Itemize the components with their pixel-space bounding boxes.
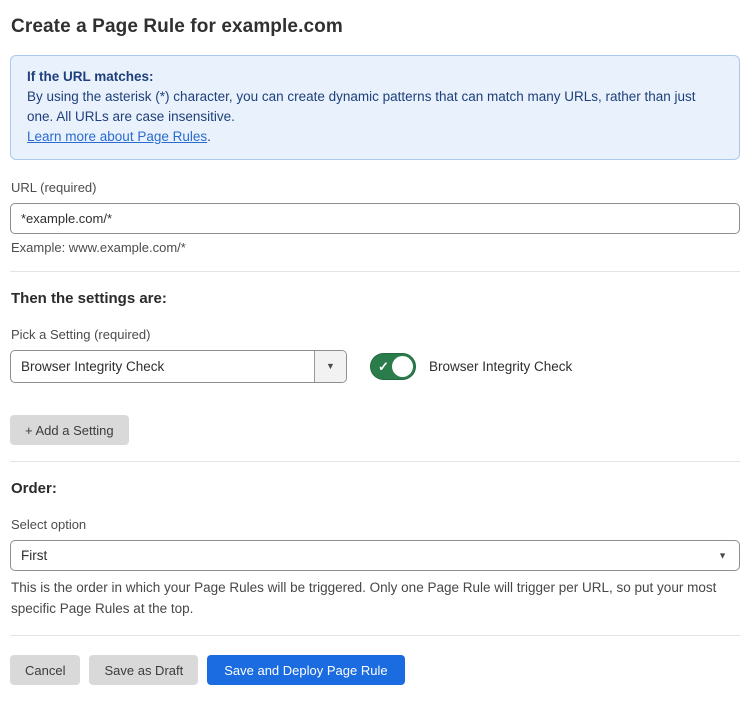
divider: [10, 635, 740, 636]
chevron-down-icon: ▼: [718, 551, 727, 560]
setting-dropdown-arrow-box[interactable]: ▼: [314, 351, 346, 382]
learn-more-link[interactable]: Learn more about Page Rules: [27, 129, 207, 144]
setting-dropdown[interactable]: Browser Integrity Check ▼: [10, 350, 347, 383]
save-draft-button[interactable]: Save as Draft: [89, 655, 198, 685]
divider: [10, 271, 740, 272]
url-input[interactable]: [10, 203, 740, 234]
info-box-heading: If the URL matches:: [27, 67, 723, 87]
setting-row: Browser Integrity Check ▼ ✓ Browser Inte…: [10, 350, 740, 383]
url-match-info-box: If the URL matches: By using the asteris…: [10, 55, 740, 160]
toggle-label: Browser Integrity Check: [429, 359, 572, 374]
pick-setting-label: Pick a Setting (required): [11, 327, 740, 342]
order-select[interactable]: First ▼: [10, 540, 740, 571]
footer-actions: Cancel Save as Draft Save and Deploy Pag…: [10, 655, 740, 685]
cancel-button[interactable]: Cancel: [10, 655, 80, 685]
page-title: Create a Page Rule for example.com: [11, 16, 740, 38]
order-help-text: This is the order in which your Page Rul…: [11, 577, 740, 619]
add-setting-button[interactable]: + Add a Setting: [10, 415, 129, 445]
check-icon: ✓: [378, 360, 389, 373]
order-select-value: First: [21, 548, 47, 563]
url-example-hint: Example: www.example.com/*: [11, 240, 740, 255]
chevron-down-icon: ▼: [326, 362, 335, 371]
toggle-knob: [392, 356, 413, 377]
order-select-label: Select option: [11, 517, 740, 532]
divider: [10, 461, 740, 462]
setting-dropdown-value: Browser Integrity Check: [11, 351, 314, 382]
info-box-body: By using the asterisk (*) character, you…: [27, 87, 723, 127]
order-section-heading: Order:: [11, 480, 740, 497]
info-box-link-row: Learn more about Page Rules.: [27, 127, 723, 147]
settings-section-heading: Then the settings are:: [11, 290, 740, 307]
browser-integrity-toggle[interactable]: ✓: [370, 353, 416, 380]
create-page-rule-panel: Create a Page Rule for example.com If th…: [0, 0, 750, 725]
url-field-label: URL (required): [11, 180, 740, 195]
toggle-group: ✓ Browser Integrity Check: [370, 353, 572, 380]
save-deploy-button[interactable]: Save and Deploy Page Rule: [207, 655, 404, 685]
link-suffix: .: [207, 129, 211, 144]
